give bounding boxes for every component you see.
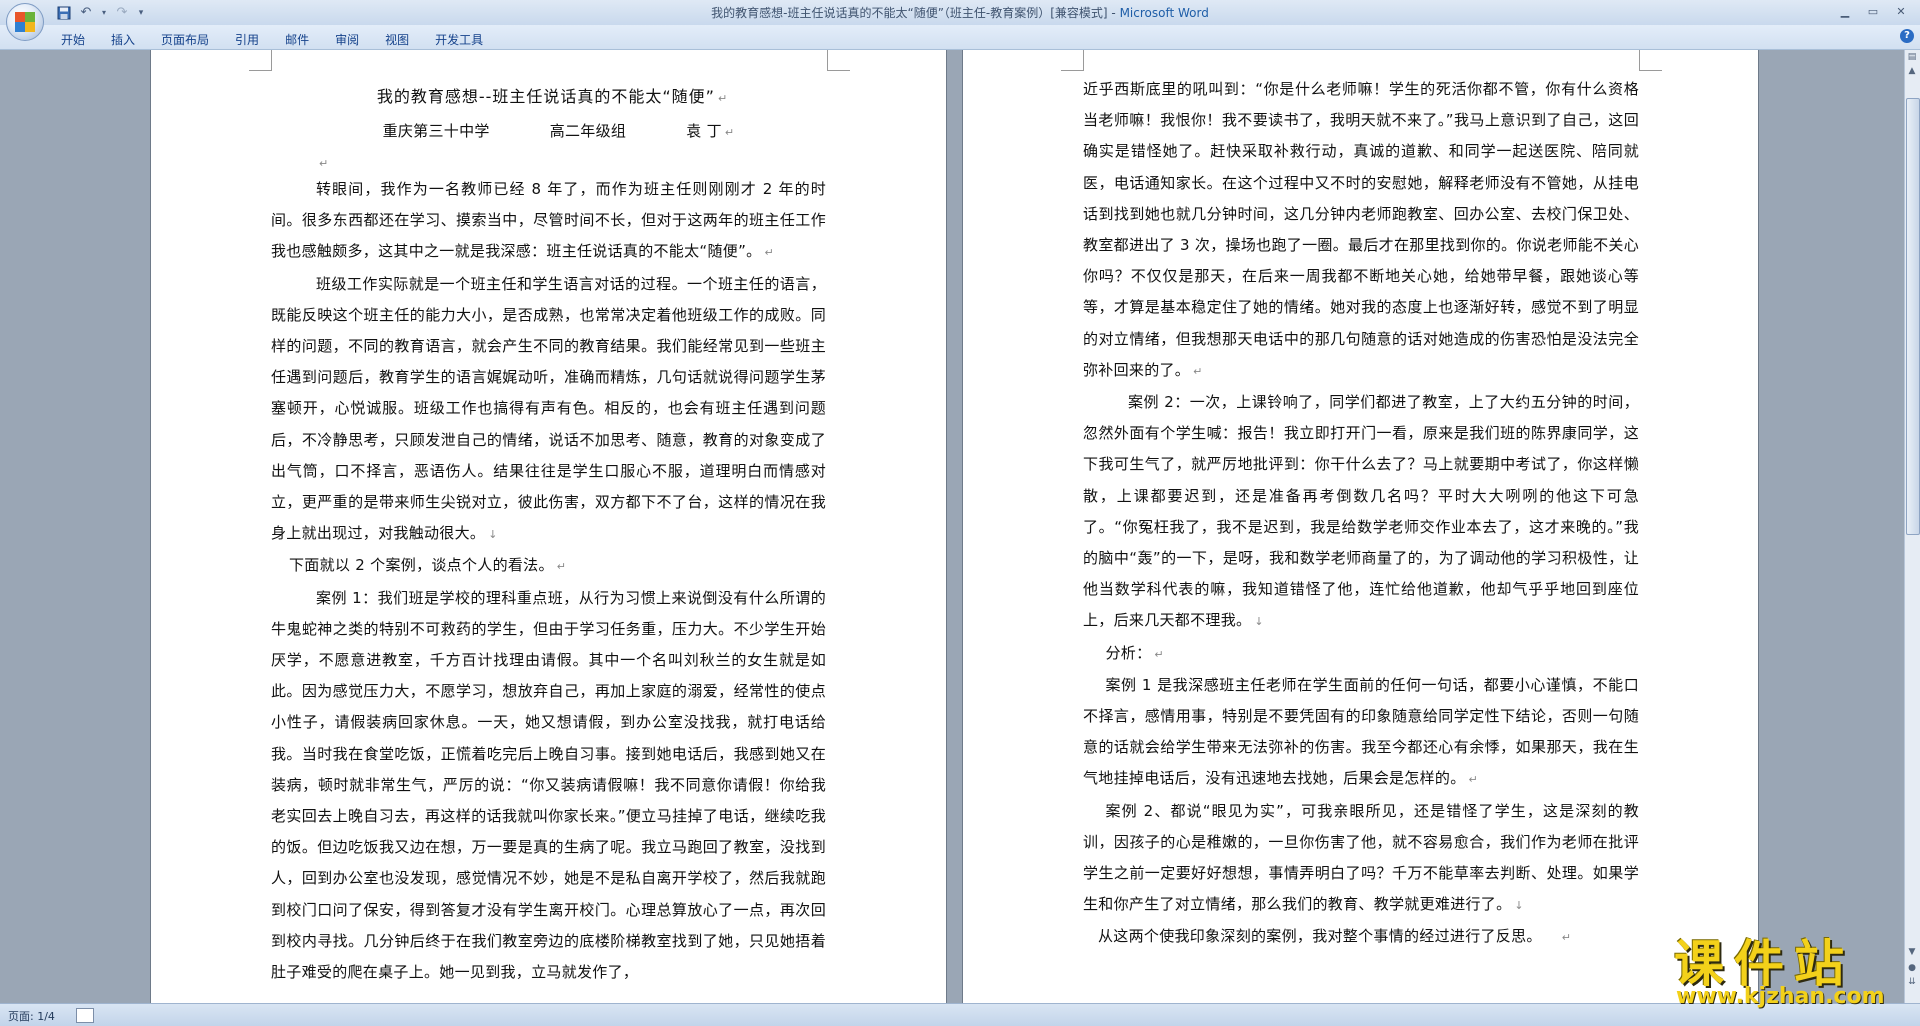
paragraph: 下面就以 2 个案例，谈点个人的看法。 ↵ — [271, 550, 826, 582]
tab-references[interactable]: 引用 — [222, 29, 272, 50]
paragraph: 班级工作实际就是一个班主任和学生语言对话的过程。一个班主任的语言，既能反映这个班… — [271, 269, 826, 551]
margin-corner-mark — [249, 50, 272, 71]
paragraph-text: 转眼间，我作为一名教师已经 8 年了，而作为班主任则刚刚才 2 年的时间。很多东… — [271, 180, 826, 261]
paragraph-mark: ↵ — [1561, 931, 1572, 945]
scroll-up-icon[interactable]: ▲ — [1906, 66, 1918, 80]
paragraph-text: 从这两个使我印象深刻的案例，我对整个事情的经过进行了反思。 — [1098, 927, 1542, 946]
paragraph-mark: ↵ — [1193, 364, 1203, 378]
byline-school: 重庆第三十中学 — [382, 122, 490, 140]
document-workspace: 我的教育感想--班主任说话真的不能太“随便” ↵ 重庆第三十中学 高二年级组 袁 … — [0, 50, 1905, 1003]
paragraph: 案例 1 是我深感班主任老师在学生面前的任何一句话，都要小心谨慎，不能口不择言，… — [1083, 670, 1639, 796]
page-1: 我的教育感想--班主任说话真的不能太“随便” ↵ 重庆第三十中学 高二年级组 袁 … — [151, 50, 946, 1003]
close-icon[interactable]: ✕ — [1888, 2, 1914, 20]
paragraph-text: 班级工作实际就是一个班主任和学生语言对话的过程。一个班主任的语言，既能反映这个班… — [271, 274, 826, 543]
tab-insert[interactable]: 插入 — [98, 29, 148, 50]
paragraph: 案例 1：我们班是学校的理科重点班，从行为习惯上来说倒没有什么所谓的牛鬼蛇神之类… — [271, 583, 826, 989]
paragraph-text: 案例 2：一次，上课铃响了，同学们都进了教室，上了大约五分钟的时间，忽然外面有个… — [1083, 393, 1639, 630]
document-title: 我的教育感想--班主任说话真的不能太“随便” ↵ — [271, 78, 826, 116]
byline-author-text: 袁 丁 — [686, 122, 722, 140]
paragraph-mark: ↵ — [1468, 773, 1479, 787]
tab-home[interactable]: 开始 — [48, 29, 98, 50]
status-page-count[interactable]: 页面: 1/4 — [8, 1008, 55, 1024]
window-title-document: 我的教育感想-班主任说话真的不能太“随便”（班主任-教育案例）[兼容模式] - — [711, 6, 1120, 20]
tab-mailings[interactable]: 邮件 — [272, 29, 322, 50]
status-bar: 页面: 1/4 — [0, 1003, 1920, 1026]
paragraph-mark: ↵ — [764, 246, 774, 260]
page-2-text: 近乎西斯底里的吼叫到：“你是什么老师嘛！学生的死活你都不管，你有什么资格当老师嘛… — [1083, 74, 1639, 954]
watermark-url: www.kjzhan.com — [1676, 984, 1885, 1009]
paragraph: 案例 2：一次，上课铃响了，同学们都进了教室，上了大约五分钟的时间，忽然外面有个… — [1083, 387, 1639, 638]
window-controls: ▁ ▭ ✕ — [1832, 2, 1914, 20]
paragraph: 分析： ↵ — [1083, 638, 1639, 670]
page-2: 近乎西斯底里的吼叫到：“你是什么老师嘛！学生的死活你都不管，你有什么资格当老师嘛… — [963, 50, 1758, 1003]
ribbon: 开始 插入 页面布局 引用 邮件 审阅 视图 开发工具 ? — [0, 25, 1920, 50]
byline-grade: 高二年级组 — [549, 122, 627, 140]
paragraph: 近乎西斯底里的吼叫到：“你是什么老师嘛！学生的死活你都不管，你有什么资格当老师嘛… — [1083, 74, 1639, 387]
page-1-text: 我的教育感想--班主任说话真的不能太“随便” ↵ 重庆第三十中学 高二年级组 袁 … — [271, 78, 826, 988]
maximize-icon[interactable]: ▭ — [1860, 2, 1886, 20]
paragraph-text: 近乎西斯底里的吼叫到：“你是什么老师嘛！学生的死活你都不管，你有什么资格当老师嘛… — [1083, 80, 1639, 379]
margin-corner-mark — [827, 50, 850, 71]
paragraph-mark: ↓ — [488, 528, 498, 542]
minimize-icon[interactable]: ▁ — [1832, 2, 1858, 20]
tab-page-layout[interactable]: 页面布局 — [148, 29, 222, 50]
paragraph-mark: ↓ — [1254, 615, 1264, 629]
title-bar: ↶ ▾ ↷ ▾ 我的教育感想-班主任说话真的不能太“随便”（班主任-教育案例）[… — [0, 0, 1920, 26]
scroll-thumb[interactable] — [1906, 98, 1920, 535]
document-title-text: 我的教育感想--班主任说话真的不能太“随便” — [376, 87, 715, 106]
byline: 重庆第三十中学 高二年级组 袁 丁 ↵ — [271, 116, 826, 147]
margin-corner-mark — [1061, 50, 1084, 71]
paragraph-text: 案例 1 是我深感班主任老师在学生面前的任何一句话，都要小心谨慎，不能口不择言，… — [1083, 675, 1639, 788]
paragraph-mark: ↵ — [319, 157, 329, 170]
paragraph: 从这两个使我印象深刻的案例，我对整个事情的经过进行了反思。 ↵ — [1083, 921, 1639, 953]
proofing-icon[interactable] — [76, 1008, 94, 1023]
help-icon[interactable]: ? — [1900, 29, 1914, 43]
paragraph-text: 分析： — [1105, 643, 1152, 662]
office-button[interactable] — [6, 3, 44, 41]
window-title: 我的教育感想-班主任说话真的不能太“随便”（班主任-教育案例）[兼容模式] - … — [0, 4, 1920, 21]
paragraph-text: 案例 2、都说“眼见为实”，可我亲眼所见，还是错怪了学生，这是深刻的教训，因孩子… — [1083, 801, 1639, 914]
paragraph-mark: ↵ — [1154, 647, 1164, 661]
watermark-logo: 课件站 www.kjzhan.com — [1660, 922, 1920, 1018]
window-title-app: Microsoft Word — [1119, 6, 1209, 20]
tab-review[interactable]: 审阅 — [322, 29, 372, 50]
view-ruler-icon[interactable]: ▤ — [1906, 52, 1918, 64]
office-logo-icon — [15, 12, 35, 32]
paragraph-mark: ↵ — [717, 92, 729, 105]
byline-author: 袁 丁 ↵ — [686, 116, 734, 147]
paragraph: 转眼间，我作为一名教师已经 8 年了，而作为班主任则刚刚才 2 年的时间。很多东… — [271, 174, 826, 269]
vertical-scrollbar[interactable]: ▤ ▲ ▼ ● ⇊ — [1904, 50, 1920, 1003]
paragraph-mark: ↓ — [1514, 899, 1524, 913]
ribbon-tabs: 开始 插入 页面布局 引用 邮件 审阅 视图 开发工具 — [48, 29, 496, 50]
tab-developer[interactable]: 开发工具 — [422, 29, 496, 50]
paragraph-mark: ↵ — [724, 126, 735, 139]
tab-view[interactable]: 视图 — [372, 29, 422, 50]
paragraph-text: 案例 1：我们班是学校的理科重点班，从行为习惯上来说倒没有什么所谓的牛鬼蛇神之类… — [271, 588, 826, 982]
paragraph-mark: ↵ — [556, 560, 567, 574]
paragraph: 案例 2、都说“眼见为实”，可我亲眼所见，还是错怪了学生，这是深刻的教训，因孩子… — [1083, 796, 1639, 922]
paragraph-text: 下面就以 2 个案例，谈点个人的看法。 — [289, 556, 554, 575]
margin-corner-mark — [1639, 50, 1662, 71]
